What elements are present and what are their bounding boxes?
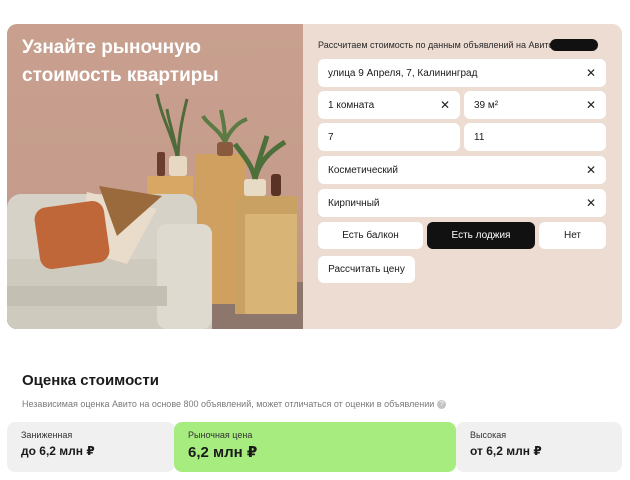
clear-material-icon[interactable]: ✕ xyxy=(586,197,596,209)
estimate-subtitle: Независимая оценка Авито на основе 800 о… xyxy=(22,399,447,409)
form-caption: Рассчитаем стоимость по данным объявлени… xyxy=(318,40,554,50)
estimate-low-label: Заниженная xyxy=(21,430,73,440)
area-field[interactable]: 39 м² ✕ xyxy=(464,91,606,119)
valuation-card: Узнайте рыночную стоимость квартиры Расс… xyxy=(7,24,622,329)
clear-area-icon[interactable]: ✕ xyxy=(586,99,596,111)
floor-value: 7 xyxy=(328,131,334,143)
estimate-market-label: Рыночная цена xyxy=(188,430,253,440)
address-value: улица 9 Апреля, 7, Калининград xyxy=(328,67,478,79)
info-icon[interactable]: ? xyxy=(437,399,447,409)
estimate-high-label: Высокая xyxy=(470,430,507,440)
renovation-value: Косметический xyxy=(328,164,398,176)
material-value: Кирпичный xyxy=(328,197,380,209)
hero-banner: Узнайте рыночную стоимость квартиры xyxy=(7,24,303,329)
floors-total-field[interactable]: 11 xyxy=(464,123,606,151)
rooms-value: 1 комната xyxy=(328,99,375,111)
redaction-mark xyxy=(550,39,598,51)
estimate-high-value: от 6,2 млн ₽ xyxy=(470,444,542,458)
hero-title: Узнайте рыночную стоимость квартиры xyxy=(22,37,219,86)
balcony-option-balcony[interactable]: Есть балкон xyxy=(318,222,423,249)
clear-renovation-icon[interactable]: ✕ xyxy=(586,164,596,176)
balcony-option-loggia[interactable]: Есть лоджия xyxy=(427,222,535,249)
estimate-title: Оценка стоимости xyxy=(22,372,159,389)
estimate-market-value: 6,2 млн ₽ xyxy=(188,444,258,461)
estimate-subtitle-text: Независимая оценка Авито на основе 800 о… xyxy=(22,399,435,409)
estimate-low-card: Заниженная до 6,2 млн ₽ xyxy=(7,422,175,472)
floors-total-value: 11 xyxy=(474,131,485,143)
estimate-market-card: Рыночная цена 6,2 млн ₽ xyxy=(174,422,456,472)
clear-address-icon[interactable]: ✕ xyxy=(586,67,596,79)
material-select[interactable]: Кирпичный ✕ xyxy=(318,189,606,217)
valuation-form: Рассчитаем стоимость по данным объявлени… xyxy=(303,24,622,329)
clear-rooms-icon[interactable]: ✕ xyxy=(440,99,450,111)
balcony-option-none[interactable]: Нет xyxy=(539,222,606,249)
renovation-select[interactable]: Косметический ✕ xyxy=(318,156,606,184)
area-value: 39 м² xyxy=(474,99,499,111)
calculate-price-button[interactable]: Рассчитать цену xyxy=(318,256,415,283)
address-field[interactable]: улица 9 Апреля, 7, Калининград ✕ xyxy=(318,59,606,87)
rooms-field[interactable]: 1 комната ✕ xyxy=(318,91,460,119)
estimate-high-card: Высокая от 6,2 млн ₽ xyxy=(456,422,622,472)
estimate-low-value: до 6,2 млн ₽ xyxy=(21,444,95,458)
floor-field[interactable]: 7 xyxy=(318,123,460,151)
